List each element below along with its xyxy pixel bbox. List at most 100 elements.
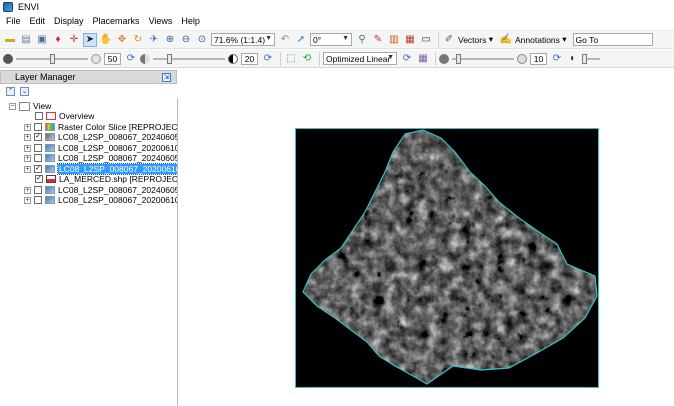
layer-visibility-checkbox[interactable]: ✓: [34, 133, 42, 141]
layer-visibility-checkbox[interactable]: [34, 196, 42, 204]
contrast-value-input[interactable]: 20: [241, 52, 258, 65]
layer-visibility-checkbox[interactable]: ✓: [35, 175, 43, 183]
histogram-icon[interactable]: ▦: [416, 52, 430, 66]
pin-icon[interactable]: ⇲: [162, 73, 171, 82]
layer-row[interactable]: ✓ LA_MERCED.shp [REPROJECTE: [35, 174, 177, 184]
layer-label: LC08_L2SP_008067_20200610: [56, 163, 177, 175]
select-cursor-icon[interactable]: ➤: [83, 32, 97, 47]
chart-icon[interactable]: ▥: [387, 33, 401, 47]
expand-icon[interactable]: +: [24, 196, 31, 204]
layer-tree: − View Overview + Raster Color Slice [RE…: [0, 98, 178, 406]
expand-icon[interactable]: +: [24, 133, 31, 141]
rotation-value: 0°: [313, 34, 322, 45]
color-slice-icon: [45, 123, 55, 131]
spectral-profile-icon[interactable]: ⚲: [355, 33, 369, 47]
raster-icon: [45, 196, 55, 204]
vectors-icon[interactable]: ✐: [442, 33, 456, 47]
stretch-roi-icon[interactable]: ⬚: [284, 52, 298, 66]
crosshair-icon[interactable]: ✛: [67, 33, 81, 47]
rotation-combo[interactable]: 0° ▼: [310, 33, 352, 46]
sharpen-slider[interactable]: [452, 53, 514, 64]
layer-visibility-checkbox[interactable]: [34, 186, 42, 194]
stretch-type-combo[interactable]: Optimized Linear ▼: [323, 52, 397, 65]
brightness-slider[interactable]: [16, 53, 88, 64]
stretch-view-icon[interactable]: ⟲: [300, 52, 314, 66]
pan-hand-icon[interactable]: ✋: [99, 33, 113, 47]
contrast-slider[interactable]: [153, 53, 225, 64]
zoom-full-icon[interactable]: ⊙: [195, 33, 209, 47]
rotate-left-icon[interactable]: ↶: [278, 33, 292, 47]
expand-icon[interactable]: +: [24, 123, 31, 131]
tree-view-node[interactable]: − View: [9, 101, 51, 111]
menu-views[interactable]: Views: [149, 16, 173, 26]
open-folder-icon[interactable]: ▬: [3, 33, 17, 47]
layer-visibility-checkbox[interactable]: ✓: [34, 165, 42, 173]
fly-icon[interactable]: ✈: [147, 33, 161, 47]
north-up-icon[interactable]: ➚: [294, 33, 308, 47]
layer-visibility-checkbox[interactable]: [34, 154, 42, 162]
layer-row[interactable]: + LC08_L2SP_008067_20240605: [24, 185, 178, 195]
zoom-in-icon[interactable]: ⊕: [163, 33, 177, 47]
layer-row[interactable]: + LC08_L2SP_008067_20200610: [24, 143, 177, 153]
annotations-label: Annotations: [515, 34, 560, 45]
layer-visibility-checkbox[interactable]: [34, 144, 42, 152]
menu-edit[interactable]: Edit: [30, 16, 46, 26]
annotations-button[interactable]: Annotations ▾: [515, 34, 567, 45]
band-animation-icon[interactable]: ✎: [371, 33, 385, 47]
raster-image[interactable]: [295, 128, 599, 388]
toolbar-separator: [435, 51, 436, 66]
menu-placemarks[interactable]: Placemarks: [93, 16, 140, 26]
layer-visibility-checkbox[interactable]: [35, 112, 43, 120]
data-manager-icon[interactable]: ▤: [19, 33, 33, 47]
placemark-icon[interactable]: ♦: [51, 33, 65, 47]
roam-icon[interactable]: ✥: [115, 33, 129, 47]
zoom-combo[interactable]: 71.6% (1:1.4) ▼: [211, 33, 275, 46]
transparency-slider[interactable]: [582, 53, 600, 64]
reset-brightness-icon[interactable]: ⟳: [124, 52, 138, 66]
expand-icon[interactable]: +: [24, 165, 31, 173]
layer-manager-icon[interactable]: ▣: [35, 33, 49, 47]
transparency-icon[interactable]: ◐: [566, 52, 580, 66]
chevron-down-icon: ▼: [265, 35, 272, 42]
expand-icon[interactable]: +: [24, 154, 31, 162]
collapse-all-icon[interactable]: ⌄: [20, 87, 29, 96]
expand-all-icon[interactable]: ⌃: [6, 87, 15, 96]
image-view[interactable]: [179, 69, 674, 406]
layer-row[interactable]: + LC08_L2SP_008067_20200610: [24, 195, 177, 205]
collapse-icon[interactable]: −: [9, 102, 16, 110]
goto-input[interactable]: [572, 33, 653, 46]
brightness-value-input[interactable]: 50: [104, 52, 121, 65]
raster-icon: [45, 186, 55, 194]
menu-bar: File Edit Display Placemarks Views Help: [0, 14, 674, 28]
sharpen-value-input[interactable]: 10: [530, 52, 547, 65]
brightness-dark-icon: [3, 53, 13, 64]
layer-visibility-checkbox[interactable]: [34, 123, 42, 131]
rotate-view-icon[interactable]: ↻: [131, 33, 145, 47]
menu-file[interactable]: File: [6, 16, 21, 26]
reset-contrast-icon[interactable]: ⟳: [261, 52, 275, 66]
expand-icon[interactable]: +: [24, 144, 31, 152]
reset-sharpen-icon[interactable]: ⟳: [550, 52, 564, 66]
enhancement-toolbar: 50 ⟳ 20 ⟳ ⬚ ⟲ Optimized Linear ▼ ⟳ ▦ 10 …: [0, 50, 674, 68]
cursor-value-icon[interactable]: ▭: [419, 33, 433, 47]
layer-label: Overview: [59, 111, 95, 121]
layer-row[interactable]: + LC08_L2SP_008067_20240605: [24, 153, 177, 163]
expand-icon[interactable]: +: [24, 186, 31, 194]
layer-row-selected[interactable]: + ✓ LC08_L2SP_008067_20200610: [24, 163, 177, 175]
refresh-stretch-icon[interactable]: ⟳: [400, 52, 414, 66]
layer-manager-tools: ⌃ ⌄: [0, 85, 177, 98]
zoom-out-icon[interactable]: ⊖: [179, 33, 193, 47]
layer-row[interactable]: Overview: [35, 111, 94, 121]
vectors-button[interactable]: Vectors ▾: [458, 34, 493, 45]
menu-help[interactable]: Help: [181, 16, 200, 26]
layer-row[interactable]: + ✓ LC08_L2SP_008067_20240605: [24, 132, 178, 142]
raster-canvas: [295, 128, 599, 388]
zoom-value: 71.6% (1:1.4): [214, 34, 266, 45]
annotations-icon[interactable]: ✍: [499, 33, 513, 47]
layer-manager-header: Layer Manager ⇲: [0, 70, 177, 84]
menu-display[interactable]: Display: [54, 16, 84, 26]
layer-label: LC08_L2SP_008067_20240605: [58, 185, 178, 195]
image-tools-icon[interactable]: ▦: [403, 33, 417, 47]
layer-label: LC08_L2SP_008067_20240605: [58, 132, 178, 142]
layer-row[interactable]: + Raster Color Slice [REPROJECT: [24, 122, 177, 132]
